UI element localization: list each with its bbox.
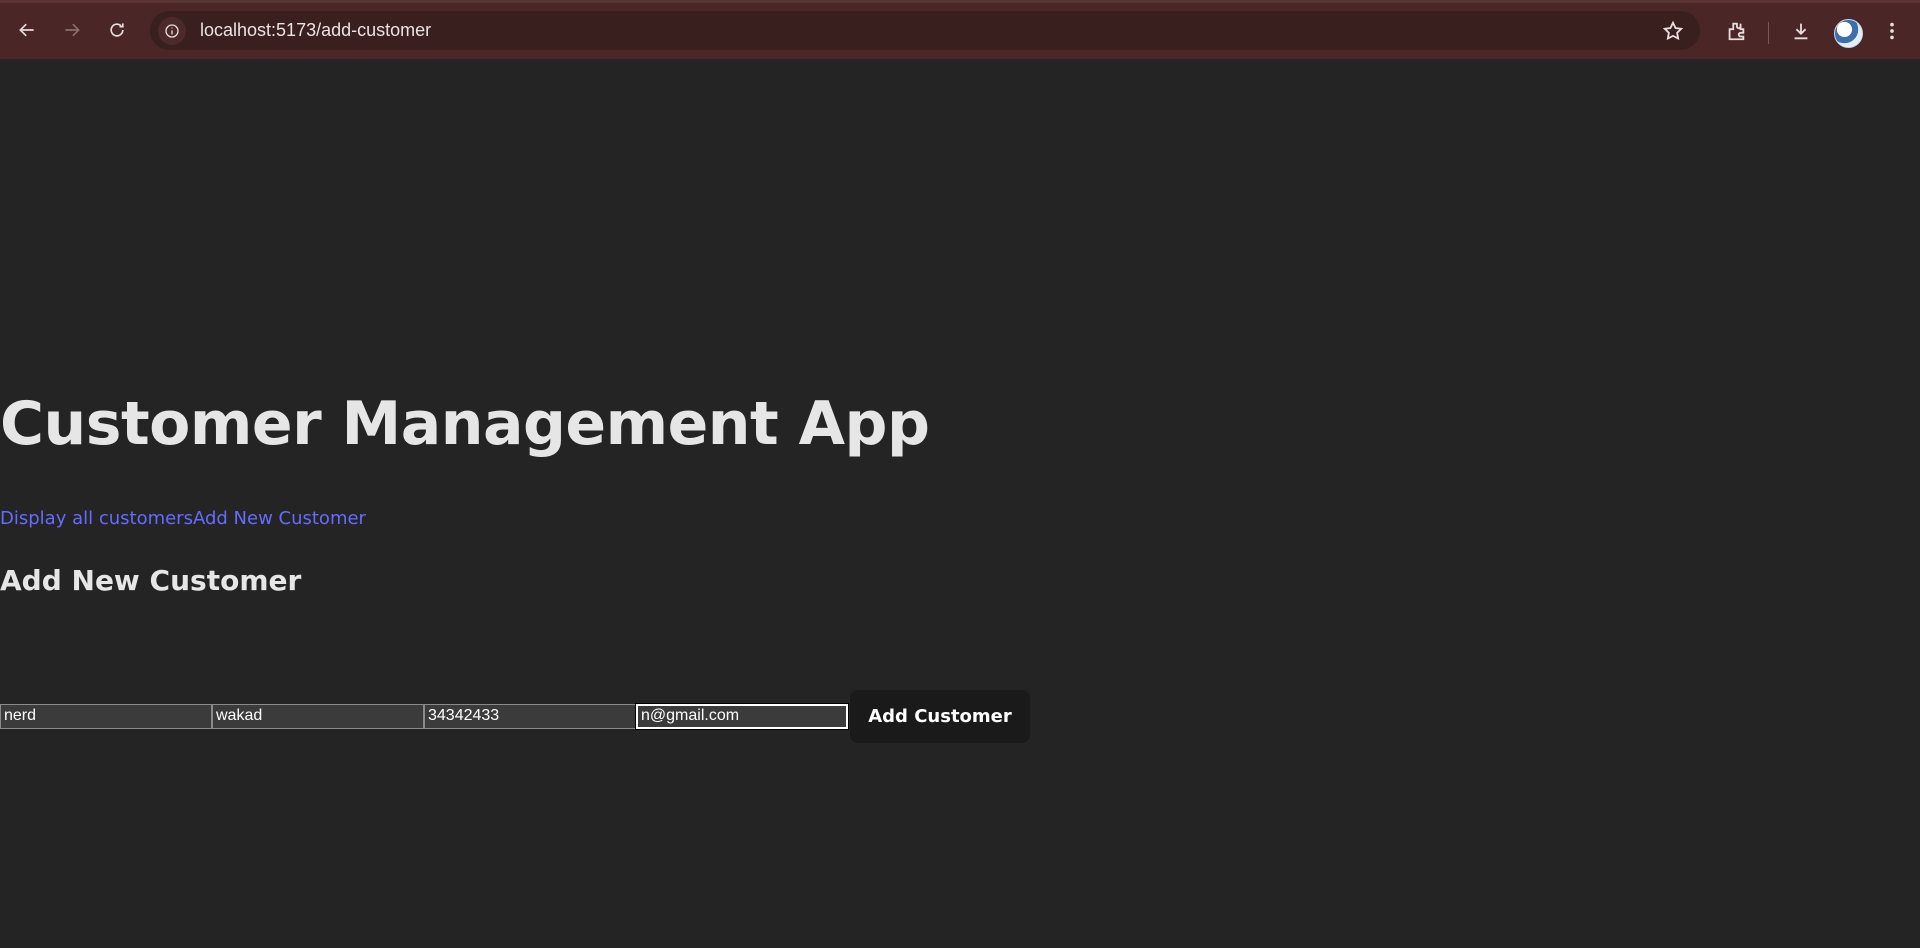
app-title: Customer Management App	[0, 389, 930, 459]
back-icon[interactable]	[13, 16, 41, 44]
address-input[interactable]	[212, 703, 424, 729]
page-content: Customer Management App Display all cust…	[0, 59, 1920, 948]
profile-avatar[interactable]	[1834, 19, 1863, 48]
url-text[interactable]: localhost:5173/add-customer	[200, 20, 431, 41]
menu-icon[interactable]	[1880, 19, 1904, 43]
name-input[interactable]	[0, 703, 212, 729]
site-info-icon[interactable]	[158, 16, 186, 45]
address-bar[interactable]: localhost:5173/add-customer	[150, 11, 1700, 50]
app-nav: Display all customersAdd New Customer	[0, 508, 366, 529]
email-input[interactable]	[635, 702, 849, 730]
display-all-customers-link[interactable]: Display all customers	[0, 508, 193, 529]
reload-icon[interactable]	[103, 16, 131, 44]
add-customer-form: Add Customer	[0, 689, 1030, 743]
section-title: Add New Customer	[0, 564, 302, 597]
bookmark-star-icon[interactable]	[1662, 20, 1684, 42]
phone-input[interactable]	[424, 703, 636, 729]
toolbar-divider	[1768, 22, 1769, 44]
extensions-icon[interactable]	[1724, 19, 1748, 43]
forward-icon[interactable]	[58, 16, 86, 44]
add-customer-button[interactable]: Add Customer	[850, 689, 1030, 743]
add-new-customer-link[interactable]: Add New Customer	[193, 508, 366, 529]
download-icon[interactable]	[1789, 19, 1813, 43]
browser-toolbar: localhost:5173/add-customer	[0, 0, 1920, 59]
